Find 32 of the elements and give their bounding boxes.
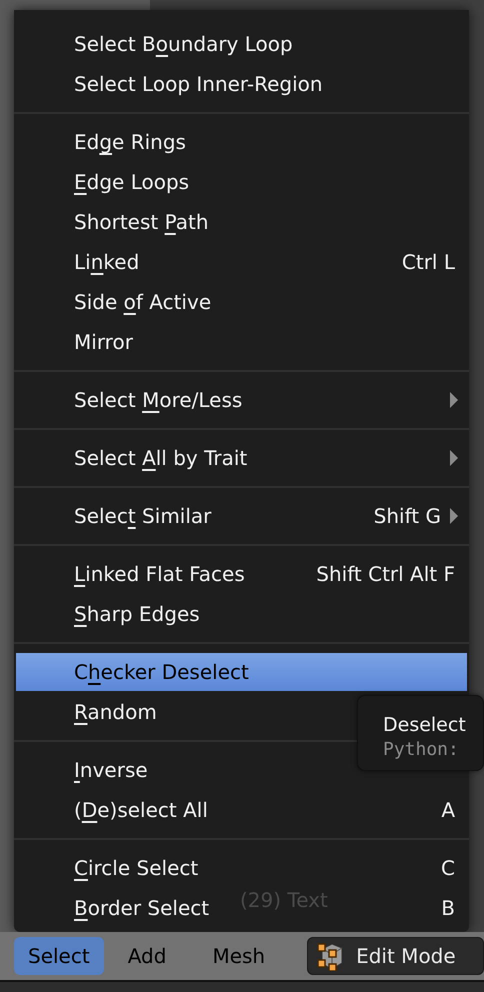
header-menu[interactable]: Select: [14, 937, 104, 975]
menu-item[interactable]: Circle Select: [74, 853, 198, 883]
header-menu[interactable]: Mesh: [190, 937, 288, 975]
menu-item[interactable]: Inverse: [74, 755, 148, 785]
menu-item[interactable]: Border Select: [74, 893, 210, 923]
menu-item[interactable]: Edge Loops: [74, 167, 190, 197]
tooltip-title: Deselect: [383, 716, 467, 735]
menu-item[interactable]: Random: [74, 697, 157, 727]
shortcut-text: Shift Ctrl Alt F: [316, 561, 455, 588]
menu-item[interactable]: Select Similar: [74, 501, 212, 531]
mode-label: Edit Mode: [356, 943, 456, 970]
mode-dropdown[interactable]: Edit Mode: [307, 937, 484, 975]
shortcut-text: Ctrl L: [402, 249, 455, 276]
shortcut-text: Shift G: [374, 503, 441, 530]
python-label: Python:: [383, 741, 460, 759]
shortcut-text: C: [441, 855, 455, 882]
menu-item[interactable]: Mirror: [74, 327, 133, 357]
menu-item[interactable]: Sharp Edges: [74, 599, 200, 629]
menu-item[interactable]: Shortest Path: [74, 207, 209, 237]
menu-item[interactable]: Select More/Less: [74, 385, 242, 415]
menu-item[interactable]: Side of Active: [74, 287, 212, 317]
shortcut-text: B: [441, 895, 455, 922]
shortcut-text: A: [441, 797, 455, 824]
menu-item[interactable]: Select Boundary Loop: [74, 29, 293, 59]
menu-item[interactable]: Linked: [74, 247, 140, 277]
header-menu[interactable]: Add: [106, 937, 188, 975]
menu-item[interactable]: Select Loop Inner-Region: [74, 69, 323, 99]
menu-item[interactable]: (De)select All: [74, 795, 208, 825]
menu-item[interactable]: Checker Deselect: [74, 657, 249, 687]
menu-item[interactable]: Linked Flat Faces: [74, 559, 245, 589]
menu-item[interactable]: Edge Rings: [74, 127, 186, 157]
menu-item[interactable]: Select All by Trait: [74, 443, 248, 473]
